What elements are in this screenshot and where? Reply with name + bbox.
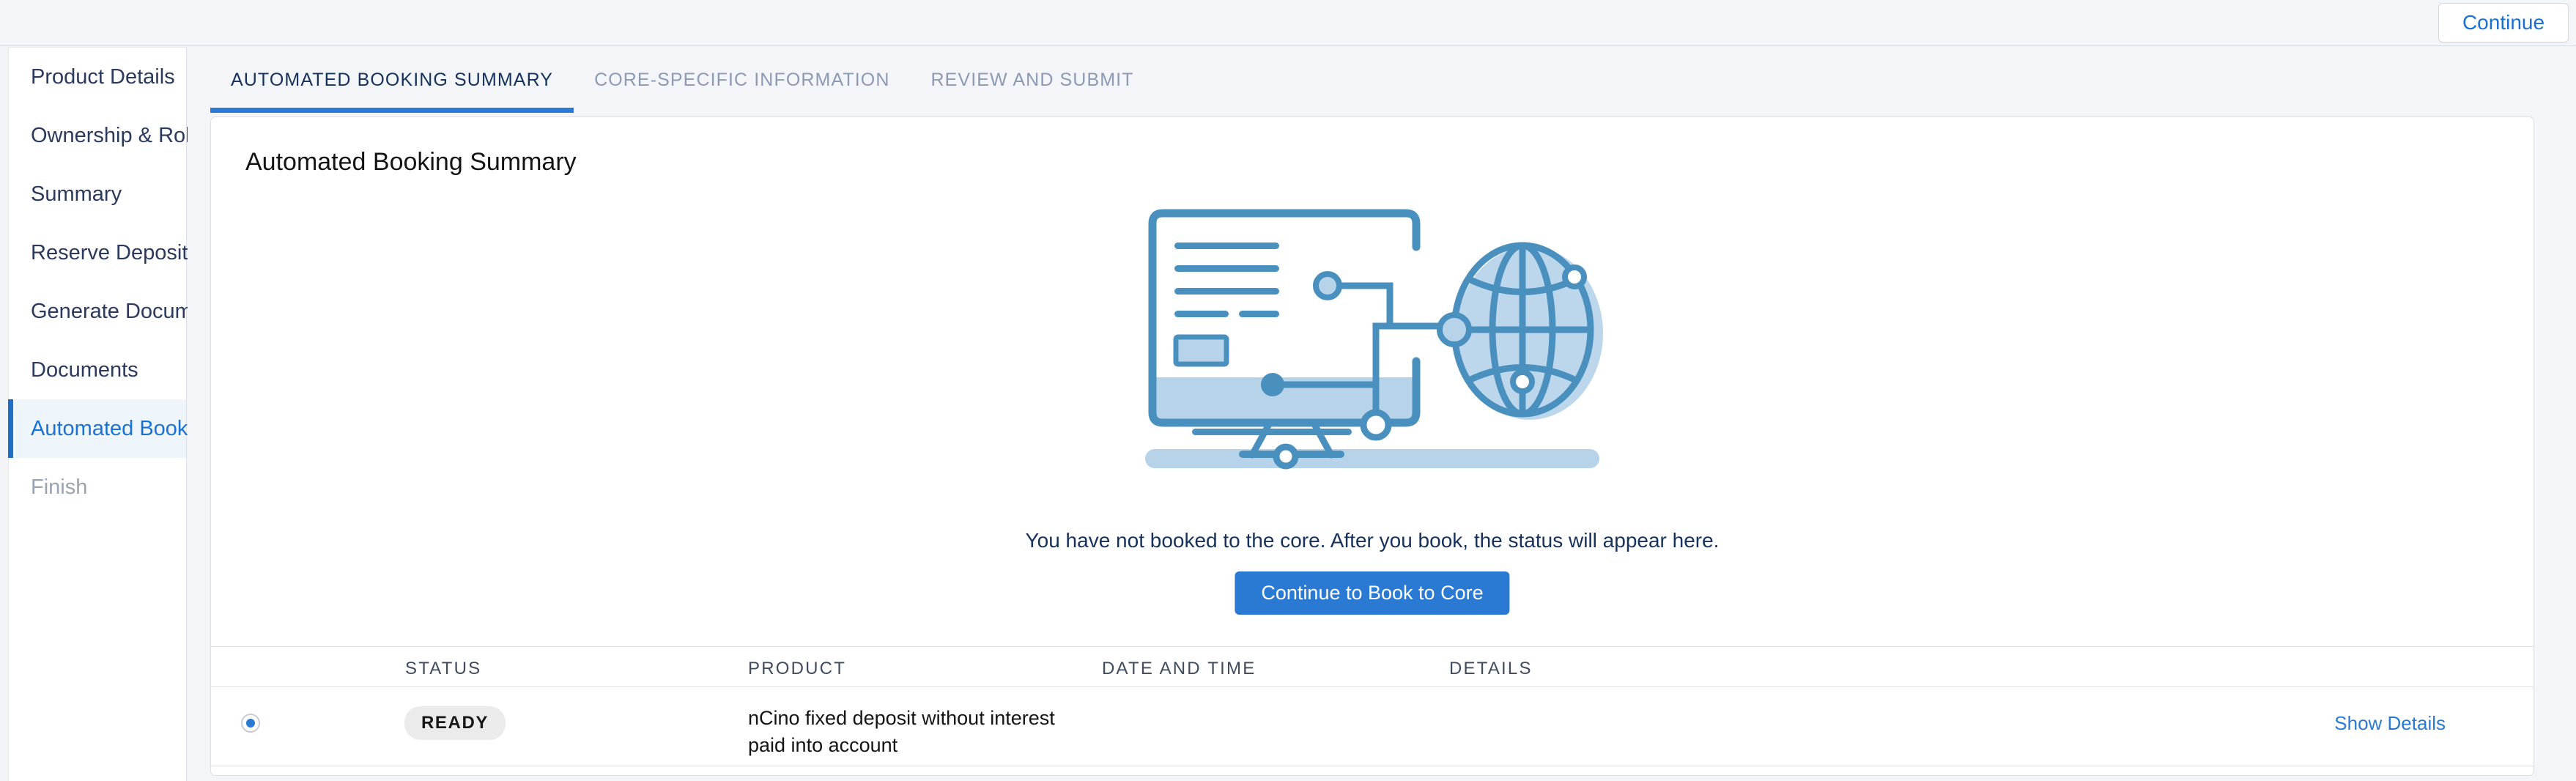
illustration-wrapper	[211, 194, 2534, 480]
main-content-area: AUTOMATED BOOKING SUMMARY CORE-SPECIFIC …	[188, 47, 2576, 781]
show-details-link[interactable]: Show Details	[2334, 712, 2446, 735]
computer-globe-network-icon	[1123, 194, 1621, 480]
continue-button[interactable]: Continue	[2438, 3, 2569, 42]
table-row[interactable]: READY nCino fixed deposit without intere…	[211, 687, 2534, 766]
column-header-product: PRODUCT	[748, 659, 846, 679]
card-title: Automated Booking Summary	[245, 148, 577, 177]
row-select-radio[interactable]	[241, 714, 260, 733]
automated-booking-card: Automated Booking Summary	[210, 116, 2534, 776]
status-badge: READY	[404, 706, 506, 740]
empty-state-message: You have not booked to the core. After y…	[211, 529, 2534, 552]
wizard-sidebar: Product Details Ownership & Roles Summar…	[8, 47, 187, 781]
top-header-bar: Continue	[0, 0, 2576, 46]
tab-bar: AUTOMATED BOOKING SUMMARY CORE-SPECIFIC …	[210, 54, 1155, 113]
sidebar-item-documents[interactable]: Documents	[9, 341, 186, 399]
sidebar-item-generate-documents[interactable]: Generate Documents	[9, 282, 186, 341]
sidebar-item-product-details[interactable]: Product Details	[9, 48, 186, 106]
tab-review-and-submit[interactable]: REVIEW AND SUBMIT	[911, 54, 1155, 113]
booking-status-table: STATUS PRODUCT DATE AND TIME DETAILS REA…	[211, 646, 2534, 766]
sidebar-item-finish: Finish	[9, 458, 186, 517]
tab-automated-booking-summary[interactable]: AUTOMATED BOOKING SUMMARY	[210, 54, 574, 113]
continue-to-book-to-core-button[interactable]: Continue to Book to Core	[1235, 571, 1509, 615]
sidebar-item-summary[interactable]: Summary	[9, 165, 186, 223]
column-header-status: STATUS	[405, 659, 481, 679]
column-header-details: DETAILS	[1449, 659, 1533, 679]
sidebar-item-automated-booking[interactable]: Automated Booking	[9, 399, 186, 458]
sidebar-item-reserve-deposit[interactable]: Reserve Deposit Account Number	[9, 223, 186, 282]
tab-core-specific-information[interactable]: CORE-SPECIFIC INFORMATION	[574, 54, 910, 113]
column-header-date: DATE AND TIME	[1102, 659, 1256, 679]
table-header-row: STATUS PRODUCT DATE AND TIME DETAILS	[211, 646, 2534, 687]
sidebar-item-ownership-roles[interactable]: Ownership & Roles	[9, 106, 186, 165]
cell-product-name: nCino fixed deposit without interest pai…	[748, 705, 1056, 759]
